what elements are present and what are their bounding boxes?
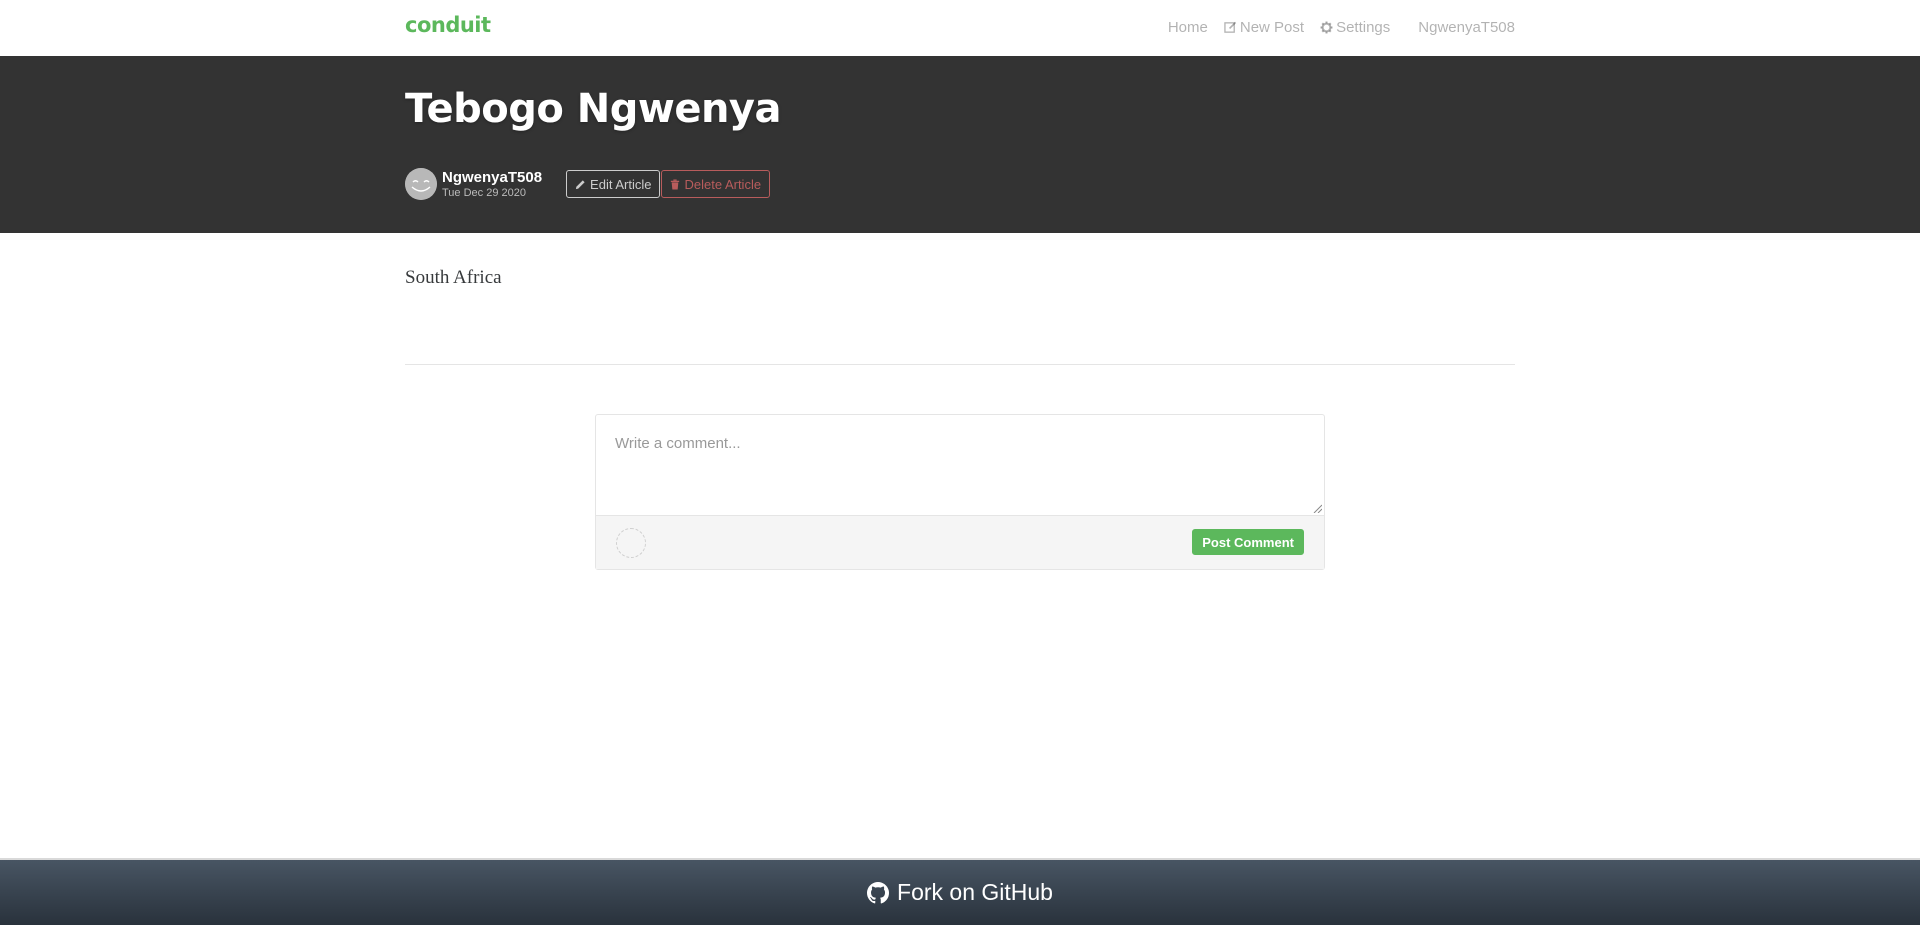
article-body: South Africa <box>405 267 502 288</box>
pencil-icon <box>575 179 585 189</box>
nav-settings-label: Settings <box>1336 19 1391 36</box>
resize-grip-icon[interactable] <box>1312 503 1322 513</box>
delete-article-label: Delete Article <box>684 176 762 192</box>
comment-author-avatar <box>616 528 646 558</box>
comment-form: Post Comment <box>595 414 1325 570</box>
nav-home[interactable]: Home <box>1168 19 1208 36</box>
github-fork-banner[interactable]: Fork on GitHub <box>0 858 1920 925</box>
article-banner: Tebogo Ngwenya NgwenyaT508 Tue Dec 29 20… <box>0 56 1920 233</box>
nav-profile[interactable]: NgwenyaT508 <box>1418 19 1515 36</box>
nav-profile-label: NgwenyaT508 <box>1418 19 1515 36</box>
article-meta: NgwenyaT508 Tue Dec 29 2020 Edit Article… <box>405 168 771 200</box>
nav-home-label: Home <box>1167 19 1208 36</box>
delete-article-button[interactable]: Delete Article <box>661 170 771 198</box>
nav-new-post[interactable]: New Post <box>1224 19 1304 36</box>
edit-article-label: Edit Article <box>590 176 652 192</box>
nav-settings[interactable]: Settings <box>1320 19 1390 36</box>
article-title: Tebogo Ngwenya <box>405 86 782 132</box>
author-name[interactable]: NgwenyaT508 <box>442 170 542 185</box>
nav-new-post-label: New Post <box>1239 19 1305 36</box>
author-info: NgwenyaT508 Tue Dec 29 2020 <box>442 170 542 199</box>
edit-icon <box>1224 21 1237 33</box>
github-icon <box>867 881 890 903</box>
post-comment-button[interactable]: Post Comment <box>1192 529 1304 555</box>
edit-article-button[interactable]: Edit Article <box>566 170 661 198</box>
gear-icon <box>1320 21 1333 34</box>
trash-icon <box>671 179 680 189</box>
brand-logo[interactable]: conduit <box>405 13 491 37</box>
nav-links: Home New Post Settings NgwenyaT508 <box>1152 19 1515 36</box>
comment-footer: Post Comment <box>596 515 1324 569</box>
smiley-avatar-icon <box>405 168 437 200</box>
comment-input[interactable] <box>596 415 1324 515</box>
author-avatar[interactable] <box>405 168 437 200</box>
github-fork-label: Fork on GitHub <box>897 879 1053 905</box>
top-navbar: conduit Home New Post Settings NgwenyaT5… <box>0 0 1920 56</box>
article-date: Tue Dec 29 2020 <box>442 186 526 199</box>
content-divider <box>405 364 1515 365</box>
